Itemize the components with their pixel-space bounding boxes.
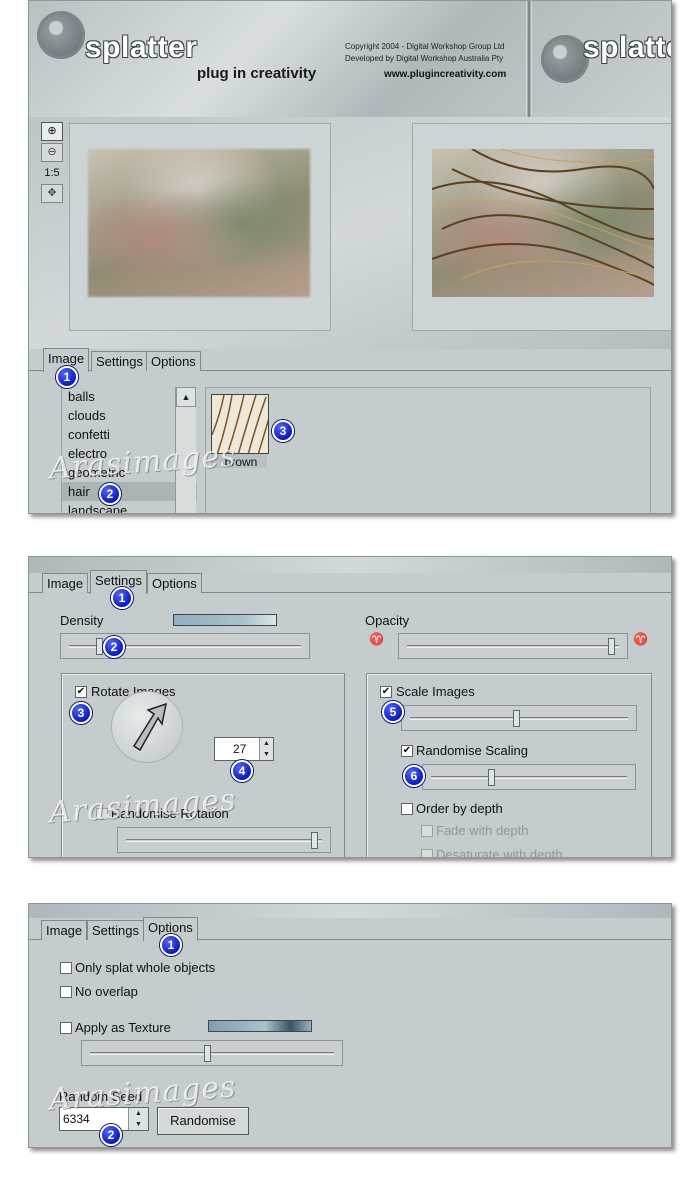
density-slider[interactable] (60, 633, 310, 659)
splatter-logo-icon (37, 11, 85, 59)
zoom-in-icon[interactable]: ⊕ (41, 122, 63, 141)
randomise-scaling-slider[interactable] (422, 764, 636, 790)
zoom-out-icon[interactable]: ⊖ (41, 143, 63, 162)
original-preview-image (88, 149, 310, 297)
splatter-preview-image (431, 148, 671, 298)
scale-slider-knob[interactable] (513, 710, 520, 727)
scale-images-label: Scale Images (396, 684, 475, 699)
tab-settings[interactable]: Settings (87, 920, 144, 940)
zoom-toolbar: ⊕ ⊖ 1:5 ✥ (41, 122, 63, 205)
order-by-depth-label: Order by depth (416, 801, 503, 816)
pan-icon[interactable]: ✥ (41, 184, 63, 203)
randomise-rotation-slider[interactable] (117, 827, 331, 853)
wine-glass-empty-icon: ♈ (369, 632, 384, 646)
step-badge-2: 2 (103, 636, 125, 658)
opacity-slider[interactable] (398, 633, 628, 659)
rotation-value[interactable]: 27 (233, 742, 246, 756)
splatter-settings-tab-panel: Image Settings Options Density Opacity ♈… (28, 556, 672, 858)
step-badge-3: 3 (272, 420, 294, 442)
no-overlap-label: No overlap (75, 984, 138, 999)
step-badge-1: 1 (56, 366, 78, 388)
step-badge-2: 2 (100, 1124, 122, 1146)
spinner-arrows-icon[interactable]: ▲ ▼ (259, 738, 273, 760)
desaturate-with-depth-checkbox[interactable] (421, 849, 433, 857)
randomise-scaling-checkbox[interactable]: ✔ (401, 745, 413, 757)
tab-settings[interactable]: Settings (91, 351, 148, 371)
texture-slider[interactable] (81, 1040, 343, 1066)
step-badge-4: 4 (231, 760, 253, 782)
step-badge-3: 3 (70, 702, 92, 724)
tab-bar: Image Settings Options (29, 347, 671, 372)
tab-bar: Image Settings Options (29, 916, 671, 941)
scale-slider[interactable] (401, 705, 637, 731)
step-badge-1: 1 (160, 934, 182, 956)
randomise-scaling-label: Randomise Scaling (416, 743, 529, 758)
thumbnail-area (205, 387, 651, 513)
splatter-options-tab-panel: Image Settings Options Only splat whole … (28, 903, 672, 1148)
rotation-arrow-icon (132, 702, 167, 752)
fade-with-depth-label: Fade with depth (436, 823, 529, 838)
brand-header: splatter plug in creativity Copyright 20… (29, 1, 671, 117)
copyright-line-2: Developed by Digital Workshop Australia … (345, 54, 504, 63)
step-badge-6: 6 (403, 765, 425, 787)
brand-title: splatter (85, 31, 198, 64)
rotation-spinner[interactable]: 27 ▲ ▼ (214, 737, 274, 761)
tab-image[interactable]: Image (41, 920, 88, 940)
rotation-dial[interactable] (111, 691, 183, 763)
apply-texture-label: Apply as Texture (75, 1020, 171, 1035)
density-gradient-bar (173, 614, 277, 626)
density-slider-knob[interactable] (96, 638, 103, 655)
step-badge-5: 5 (382, 701, 404, 723)
hair-strokes-preview (431, 148, 671, 298)
rotate-images-checkbox[interactable]: ✔ (75, 686, 87, 698)
density-label: Density (60, 613, 104, 628)
step-badge-1: 1 (111, 587, 133, 609)
randomise-scaling-slider-knob[interactable] (488, 769, 495, 786)
fade-with-depth-checkbox[interactable] (421, 825, 433, 837)
randomise-rotation-slider-knob[interactable] (311, 832, 318, 849)
brand-title-repeat: splatter (583, 31, 671, 64)
only-splat-whole-label: Only splat whole objects (75, 960, 216, 975)
opacity-slider-knob[interactable] (608, 638, 615, 655)
opacity-label: Opacity (365, 613, 410, 628)
tab-options[interactable]: Options (147, 573, 202, 593)
copyright-line-1: Copyright 2004 - Digital Workshop Group … (345, 42, 505, 51)
order-by-depth-checkbox[interactable] (401, 803, 413, 815)
only-splat-whole-checkbox[interactable] (60, 962, 72, 974)
scale-images-checkbox[interactable]: ✔ (380, 686, 392, 698)
header-divider (526, 1, 532, 117)
splatter-image-tab-panel: splatter plug in creativity Copyright 20… (28, 0, 672, 514)
no-overlap-checkbox[interactable] (60, 986, 72, 998)
tab-image[interactable]: Image (42, 573, 89, 593)
randomise-button[interactable]: Randomise (157, 1107, 249, 1135)
zoom-ratio: 1:5 (44, 167, 60, 179)
tab-options[interactable]: Options (146, 351, 201, 371)
copyright-text: Copyright 2004 - Digital Workshop Group … (345, 41, 505, 65)
desaturate-with-depth-label: Desaturate with depth (436, 847, 563, 858)
scroll-up-icon[interactable]: ▲ (176, 387, 196, 407)
wine-glass-full-icon: ♈ (633, 632, 648, 646)
splatter-logo-icon-repeat (541, 35, 589, 83)
brand-subtitle: plug in creativity (197, 65, 317, 82)
texture-slider-knob[interactable] (204, 1045, 211, 1062)
step-badge-2: 2 (99, 483, 121, 505)
apply-texture-checkbox[interactable] (60, 1022, 72, 1034)
texture-gradient-bar (208, 1020, 312, 1032)
brand-url[interactable]: www.plugincreativity.com (384, 69, 506, 80)
